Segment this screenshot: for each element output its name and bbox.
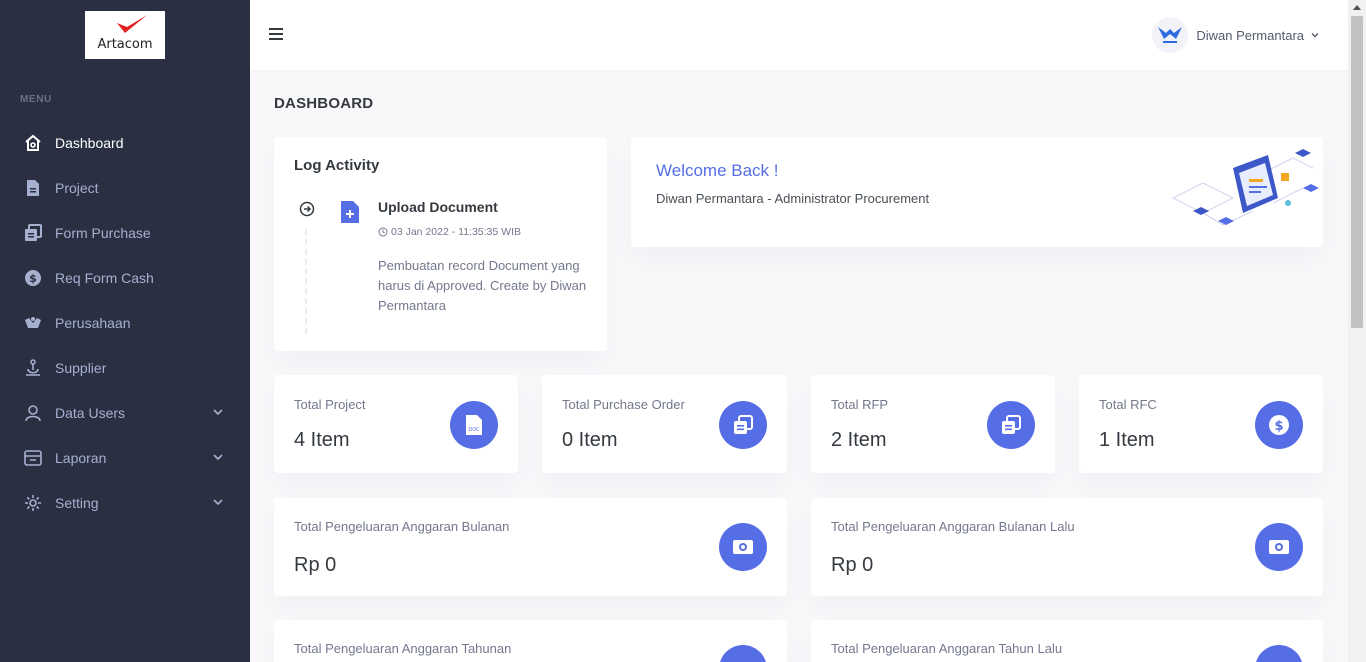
- sidebar-item-project[interactable]: Project: [0, 165, 250, 210]
- scroll-up-arrow-icon[interactable]: [1353, 5, 1361, 10]
- money-icon: [1255, 645, 1303, 662]
- timeline-line: [305, 229, 307, 334]
- chevron-down-icon: [213, 409, 223, 416]
- stat-label: Total RFC: [1099, 397, 1157, 412]
- logo-check-icon: [117, 15, 147, 33]
- dollar-icon: $: [1255, 401, 1303, 449]
- user-avatar-logo-icon: [1158, 27, 1183, 43]
- sidebar-item-label: Supplier: [55, 359, 107, 376]
- sidebar-item-req-form-cash[interactable]: $ Req Form Cash: [0, 255, 250, 300]
- budget-label: Total Pengeluaran Anggaran Bulanan Lalu: [831, 519, 1075, 534]
- clock-icon: [378, 227, 388, 237]
- sidebar-item-label: Req Form Cash: [55, 269, 154, 286]
- building-icon: [24, 314, 42, 332]
- stat-card-total-purchase-order: Total Purchase Order 0 Item: [542, 375, 787, 473]
- budget-card-monthly: Total Pengeluaran Anggaran Bulanan Rp 0: [274, 498, 787, 596]
- user-dropdown[interactable]: Diwan Permantara: [1152, 17, 1320, 53]
- money-icon: [719, 645, 767, 662]
- budget-value: Rp 0: [294, 554, 337, 576]
- stat-card-total-rfc: Total RFC 1 Item $: [1079, 375, 1323, 473]
- menu-title: MENU: [20, 94, 52, 105]
- stat-value: 4 Item: [294, 429, 350, 451]
- logo-text: Artacom: [97, 37, 153, 52]
- page-scrollbar[interactable]: [1348, 0, 1366, 662]
- home-icon: [24, 134, 42, 152]
- sidebar-item-form-purchase[interactable]: Form Purchase: [0, 210, 250, 255]
- log-activity-card: Log Activity Upload Document 03 Jan 2022…: [274, 137, 607, 351]
- money-icon: [719, 523, 767, 571]
- user-name: Diwan Permantara: [1196, 27, 1304, 43]
- sidebar-item-label: Dashboard: [55, 134, 124, 151]
- stat-value: 1 Item: [1099, 429, 1155, 451]
- svg-text:$: $: [1274, 419, 1283, 434]
- avatar: [1152, 17, 1189, 53]
- stat-label: Total Purchase Order: [562, 397, 685, 412]
- budget-value: Rp 0: [831, 554, 874, 576]
- log-activity-title: Log Activity: [294, 157, 380, 174]
- budget-card-last-month: Total Pengeluaran Anggaran Bulanan Lalu …: [811, 498, 1323, 596]
- arrow-right-circle-icon: [299, 201, 315, 217]
- document-icon: DOC: [450, 401, 498, 449]
- sidebar-item-dashboard[interactable]: Dashboard: [0, 120, 250, 165]
- stat-card-total-project: Total Project 4 Item DOC: [274, 375, 518, 473]
- welcome-illustration-icon: [1172, 149, 1319, 226]
- timeline-time-text: 03 Jan 2022 - 11:35:35 WIB: [391, 226, 521, 238]
- sidebar-item-label: Data Users: [55, 404, 126, 421]
- gear-icon: [24, 494, 42, 512]
- page-title: DASHBOARD: [274, 95, 374, 112]
- sidebar-item-setting[interactable]: Setting: [0, 480, 250, 525]
- sidebar-item-label: Form Purchase: [55, 224, 151, 241]
- copy-icon: [24, 223, 42, 242]
- copy-icon: [719, 401, 767, 449]
- stat-label: Total RFP: [831, 397, 889, 412]
- stat-value: 2 Item: [831, 429, 887, 451]
- welcome-subtitle: Diwan Permantara - Administrator Procure…: [656, 191, 930, 206]
- sidebar-item-perusahaan[interactable]: Perusahaan: [0, 300, 250, 345]
- user-icon: [24, 404, 42, 422]
- budget-label: Total Pengeluaran Anggaran Tahun Lalu: [831, 641, 1063, 656]
- stat-value: 0 Item: [562, 429, 618, 451]
- sidebar-item-label: Setting: [55, 494, 99, 511]
- topbar: Diwan Permantara: [250, 0, 1348, 70]
- hamburger-menu-icon[interactable]: [267, 25, 285, 43]
- dollar-circle-icon: $: [24, 269, 42, 287]
- brand-logo[interactable]: Artacom: [85, 11, 165, 59]
- copy-icon: [987, 401, 1035, 449]
- file-plus-icon: [341, 201, 359, 223]
- timeline-heading: Upload Document: [378, 199, 498, 215]
- sidebar: Artacom MENU Dashboard Project Form Purc…: [0, 0, 250, 662]
- budget-card-yearly: Total Pengeluaran Anggaran Tahunan: [274, 620, 787, 662]
- svg-text:DOC: DOC: [468, 427, 480, 433]
- budget-label: Total Pengeluaran Anggaran Bulanan: [294, 519, 510, 534]
- welcome-card: Welcome Back ! Diwan Permantara - Admini…: [631, 137, 1323, 247]
- file-icon: [24, 179, 42, 197]
- sidebar-item-label: Perusahaan: [55, 314, 131, 331]
- chevron-down-icon: [213, 454, 223, 461]
- stat-card-total-rfp: Total RFP 2 Item: [811, 375, 1055, 473]
- welcome-title: Welcome Back !: [656, 161, 779, 180]
- timeline-description: Pembuatan record Document yang harus di …: [378, 258, 587, 313]
- budget-label: Total Pengeluaran Anggaran Tahunan: [294, 641, 512, 656]
- stat-label: Total Project: [294, 397, 366, 412]
- dolly-icon: [24, 358, 42, 377]
- svg-text:$: $: [29, 272, 37, 285]
- sidebar-item-label: Project: [55, 179, 99, 196]
- chevron-down-icon: [1311, 33, 1319, 38]
- chevron-down-icon: [213, 499, 223, 506]
- scroll-thumb[interactable]: [1351, 16, 1363, 328]
- sidebar-item-label: Laporan: [55, 449, 107, 466]
- sidebar-item-laporan[interactable]: Laporan: [0, 435, 250, 480]
- money-icon: [1255, 523, 1303, 571]
- budget-card-last-year: Total Pengeluaran Anggaran Tahun Lalu: [811, 620, 1323, 662]
- timeline-time: 03 Jan 2022 - 11:35:35 WIB: [378, 226, 521, 238]
- report-icon: [24, 449, 42, 467]
- sidebar-nav: Dashboard Project Form Purchase $ Req Fo…: [0, 120, 250, 525]
- sidebar-item-data-users[interactable]: Data Users: [0, 390, 250, 435]
- sidebar-item-supplier[interactable]: Supplier: [0, 345, 250, 390]
